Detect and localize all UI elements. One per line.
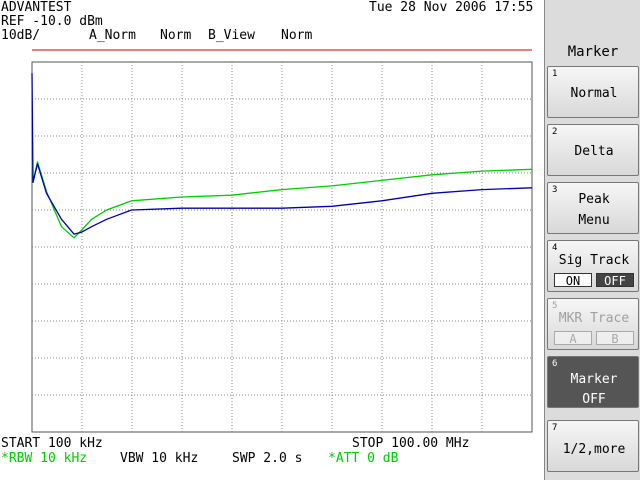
- softkey-number: 6: [552, 359, 558, 369]
- spectrum-plot: [31, 49, 533, 433]
- softkey-sig-track[interactable]: 4 Sig Track ON OFF: [547, 240, 639, 292]
- softkey-number: 2: [552, 127, 558, 137]
- softkey-menu-title: Marker: [567, 44, 619, 60]
- softkey-mkr-trace: 5 MKR Trace A B: [547, 298, 639, 350]
- softkey-number: 1: [552, 69, 558, 79]
- mkr-trace-a-option: A: [554, 331, 592, 346]
- softkey-peak-menu[interactable]: 3 Peak Menu: [547, 182, 639, 234]
- softkey-normal[interactable]: 1 Normal: [547, 66, 639, 118]
- softkey-label-line2: OFF: [582, 392, 606, 407]
- rbw-label: *RBW 10 kHz: [1, 451, 88, 466]
- softkey-panel: Marker 1 Normal 2 Delta 3 Peak Menu 4 Si…: [544, 0, 640, 480]
- sig-track-on-option[interactable]: ON: [554, 273, 592, 288]
- softkey-label: Delta: [574, 144, 614, 159]
- mkr-trace-b-option: B: [596, 331, 634, 346]
- softkey-number: 7: [552, 423, 558, 433]
- softkey-label: Normal: [570, 86, 618, 101]
- softkey-label: MKR Trace: [558, 311, 630, 326]
- softkey-label: Marker: [570, 372, 618, 387]
- start-frequency: START 100 kHz: [1, 436, 103, 451]
- graticule-grid: [32, 62, 532, 432]
- analyzer-screen: ADVANTEST Tue 28 Nov 2006 17:55 REF -10.…: [0, 0, 544, 480]
- attenuation-label: *ATT 0 dB: [328, 451, 399, 466]
- stop-frequency: STOP 100.00 MHz: [352, 436, 470, 451]
- softkey-more[interactable]: 7 1/2,more: [547, 420, 639, 472]
- softkey-delta[interactable]: 2 Delta: [547, 124, 639, 176]
- softkey-label-line2: Menu: [578, 213, 610, 228]
- softkey-label: 1/2,more: [562, 442, 626, 457]
- softkey-marker-off[interactable]: 6 Marker OFF: [547, 356, 639, 408]
- sweep-time-label: SWP 2.0 s: [232, 451, 303, 466]
- softkey-label: Peak: [578, 192, 610, 207]
- vbw-label: VBW 10 kHz: [120, 451, 199, 466]
- softkey-label: Sig Track: [558, 253, 630, 268]
- sig-track-off-option[interactable]: OFF: [596, 273, 634, 288]
